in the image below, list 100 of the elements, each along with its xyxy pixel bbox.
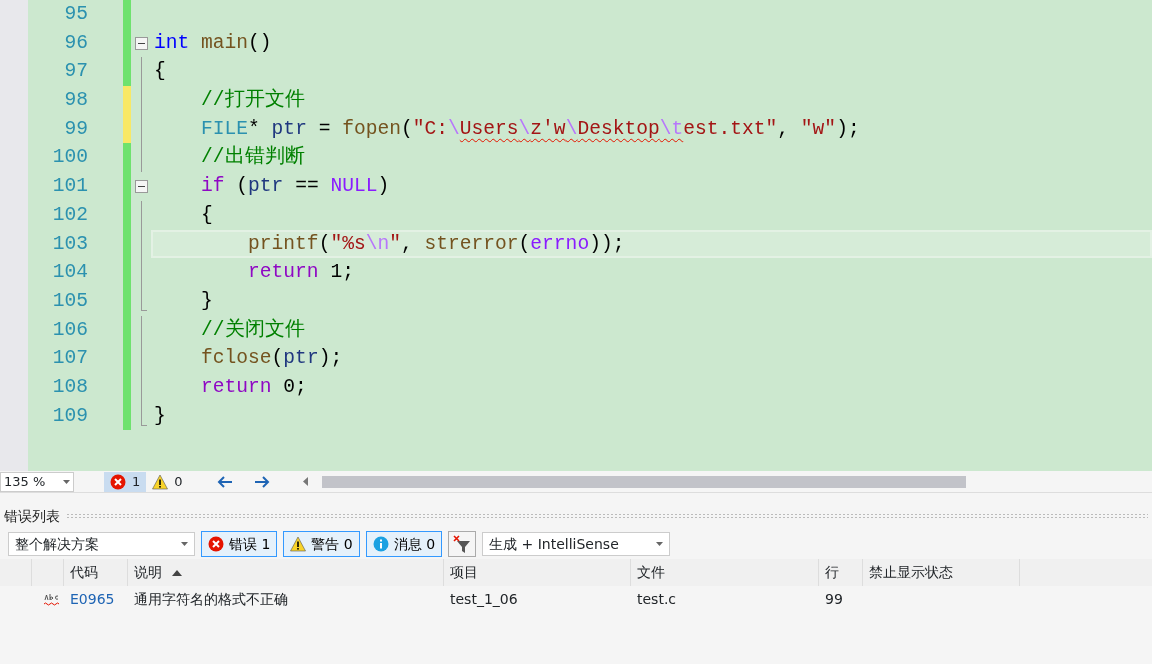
- table-cell-text: test_1_06: [449, 590, 519, 609]
- spelling-error-icon: [43, 593, 60, 606]
- code-token: 0;: [282, 375, 307, 398]
- code-token: \n: [365, 232, 390, 255]
- line-number: 100: [51, 145, 88, 171]
- code-token: ));: [589, 232, 625, 255]
- scroll-left-icon[interactable]: [301, 477, 308, 486]
- code-token: (: [235, 175, 249, 198]
- code-token: ptr: [248, 175, 284, 198]
- error-icon: [208, 536, 224, 552]
- line-number: 102: [51, 202, 88, 228]
- back-arrow-icon[interactable]: [216, 474, 233, 489]
- horizontal-scrollbar[interactable]: [321, 475, 966, 488]
- error-squiggle-text: \: [518, 117, 531, 140]
- code-token: }: [200, 289, 213, 312]
- line-number: 101: [51, 174, 88, 200]
- code-token: =: [317, 117, 332, 140]
- code-token: (: [318, 232, 331, 255]
- code-token: ": [389, 232, 401, 255]
- table-cell-text: 通用字符名的格式不正确: [133, 590, 289, 609]
- code-token: //出错判断: [200, 146, 305, 169]
- panel-title: 错误列表: [4, 506, 60, 526]
- code-token: 1;: [329, 261, 354, 284]
- code-token: if: [200, 175, 225, 198]
- column-header[interactable]: 项目: [444, 559, 631, 586]
- code-token: ,: [777, 117, 791, 140]
- code-token: ,: [400, 232, 414, 255]
- line-number: 105: [51, 288, 88, 314]
- code-token: (: [271, 347, 284, 370]
- line-number: 98: [63, 88, 88, 114]
- code-token: "w": [800, 117, 837, 140]
- collapse-icon[interactable]: [135, 36, 148, 50]
- info-icon: [372, 536, 389, 552]
- line-number: 96: [63, 30, 88, 56]
- scope-dropdown[interactable]: 整个解决方案: [8, 532, 195, 556]
- collapse-icon[interactable]: [135, 180, 148, 194]
- code-token: return: [247, 261, 319, 284]
- caret-icon: [63, 479, 70, 484]
- table-cell-text: test.c: [636, 590, 678, 609]
- code-token: "%s: [330, 232, 366, 255]
- zoom-level: 135 %: [4, 472, 46, 491]
- zoom-dropdown[interactable]: 135 %: [0, 471, 74, 492]
- code-token: ptr: [283, 347, 319, 370]
- caret-icon: [656, 542, 664, 546]
- code-token: );: [318, 347, 343, 370]
- error-code-link[interactable]: E0965: [64, 589, 128, 610]
- code-token: printf: [247, 232, 319, 255]
- line-number: 99: [63, 116, 88, 142]
- line-number: 103: [51, 231, 88, 257]
- column-header[interactable]: 文件: [631, 559, 819, 586]
- forward-arrow-icon[interactable]: [253, 474, 270, 489]
- line-number: 104: [51, 260, 88, 286]
- warning-count[interactable]: 0: [146, 471, 189, 492]
- error-squiggle-text: \: [565, 117, 578, 140]
- line-number: 97: [63, 59, 88, 85]
- source-dropdown[interactable]: 生成 + IntelliSense: [482, 532, 671, 556]
- code-token: ==: [294, 175, 320, 198]
- code-token: ptr: [271, 117, 307, 140]
- code-token: return: [200, 375, 272, 398]
- code-token: {: [154, 60, 166, 83]
- line-number: 109: [51, 403, 88, 429]
- line-number: 95: [63, 2, 88, 27]
- code-token: (: [518, 232, 531, 255]
- code-token: \: [448, 117, 460, 140]
- caret-icon: [181, 542, 188, 546]
- code-token: {: [200, 203, 213, 226]
- filter-button[interactable]: [448, 531, 477, 557]
- code-token: errno: [530, 232, 590, 255]
- column-header[interactable]: 禁止显示状态: [863, 559, 1020, 586]
- code-token: }: [154, 404, 166, 427]
- code-token: est.txt": [683, 117, 778, 140]
- table-cell-text: 99: [824, 590, 844, 609]
- filter-icon: [453, 535, 472, 553]
- column-header[interactable]: 行: [819, 559, 863, 586]
- code-token: FILE: [200, 117, 249, 140]
- code-token: (): [248, 31, 272, 54]
- warning-icon: [152, 473, 169, 490]
- line-number: 106: [51, 317, 88, 343]
- code-token: fclose: [200, 347, 272, 370]
- code-token: main: [201, 31, 249, 54]
- error-squiggle-text: z'w: [530, 117, 566, 140]
- error-squiggle-text: Desktop: [577, 117, 660, 140]
- warning-icon: [290, 536, 307, 552]
- code-token: *: [248, 117, 261, 140]
- column-header[interactable]: 说明: [128, 559, 444, 586]
- code-token: //打开文件: [200, 89, 305, 112]
- line-number: 108: [51, 374, 88, 400]
- code-token: ): [377, 175, 390, 198]
- code-token: );: [836, 117, 860, 140]
- column-header[interactable]: 代码: [64, 559, 128, 586]
- error-filter-button[interactable]: 错误 1: [201, 531, 278, 557]
- warning-filter-button[interactable]: 警告 0: [283, 531, 360, 557]
- message-filter-button[interactable]: 消息 0: [365, 531, 443, 557]
- error-squiggle-text: Users: [459, 117, 519, 140]
- error-count[interactable]: 1: [104, 471, 147, 492]
- error-icon: [110, 473, 126, 490]
- code-token: int: [154, 31, 191, 54]
- code-token: (: [400, 117, 413, 140]
- code-token: NULL: [330, 175, 378, 198]
- error-squiggle-text: \t: [659, 117, 684, 140]
